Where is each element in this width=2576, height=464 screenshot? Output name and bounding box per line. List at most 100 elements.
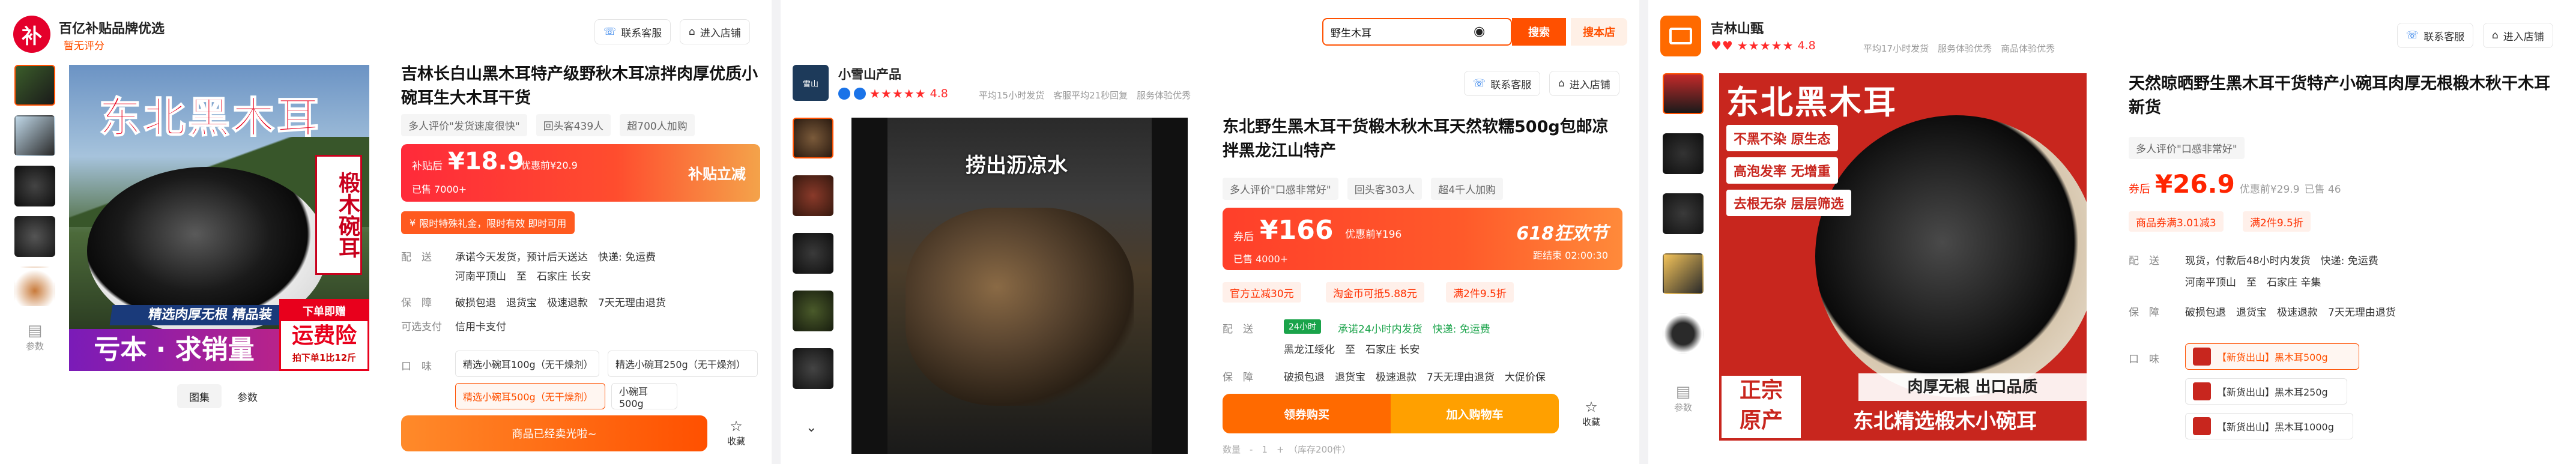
- price-banner: 补贴后 ¥18.9 优惠前¥20.9 已售 7000+ 补贴立减: [401, 144, 760, 202]
- star-outline-icon: ☆: [730, 418, 743, 435]
- thumbnail[interactable]: [793, 233, 833, 274]
- guarantee-value[interactable]: 破损包退 退货宝 极速退款 7天无理由退货: [2185, 304, 2396, 319]
- hero-footer: 东北精选椴木小碗耳: [1803, 402, 2087, 441]
- spec-option[interactable]: 【新货出山】黑木耳1000g: [2185, 413, 2353, 439]
- pay-value[interactable]: 信用卡支付: [455, 318, 506, 333]
- ship-line-2[interactable]: 河南平顶山 至 石家庄 长安: [455, 268, 591, 283]
- search-input[interactable]: [1331, 24, 1463, 40]
- stamp-line-1: 正宗: [1739, 378, 1783, 403]
- ship-label: 配 送: [2129, 255, 2159, 267]
- main-product-image[interactable]: 东北黑木耳 不黑不染 原生态 高泡发率 无增重 去根无杂 层层筛选 肉厚无根 出…: [1719, 73, 2087, 441]
- ship-line-2[interactable]: 黑龙江绥化 至 石家庄 长安: [1284, 341, 1420, 356]
- buy-now-button[interactable]: 领券购买: [1223, 394, 1391, 433]
- quantity-line: 数量 - 1 + （库存200件）: [1223, 444, 1351, 455]
- shop-badges: ★★★★★ 4.8: [838, 86, 948, 101]
- enter-store-button[interactable]: ⌂ 进入店铺: [1549, 71, 1619, 96]
- product-video[interactable]: 捞出沥凉水: [851, 118, 1188, 454]
- param-icon: ▤: [27, 322, 43, 340]
- spec-thumb: [2193, 382, 2211, 400]
- product-title: 东北野生黑木耳干货椴木秋木耳天然软糯500g包邮凉拌黑龙江山特产: [1223, 118, 1609, 160]
- coupon-chip[interactable]: 淘金币可抵5.88元: [1326, 282, 1424, 303]
- heart-icon: ♥♥: [1711, 38, 1734, 53]
- guarantee-value[interactable]: 破损包退 退货宝 极速退款 7天无理由退货: [455, 294, 666, 309]
- enter-store-button[interactable]: ⌂ 进入店铺: [2483, 23, 2553, 48]
- contact-service-button[interactable]: ☏ 联系客服: [594, 19, 671, 44]
- spec-option[interactable]: 精选小碗耳250g（无干燥剂）: [608, 351, 758, 377]
- subsidy-label: 补贴立减: [688, 166, 746, 182]
- store-icon: ⌂: [689, 26, 695, 38]
- product-page-3: 吉林山甄 ♥♥ ★★★★★ 4.8 平均17小时发货 服务体验优秀 商品体验优秀…: [1648, 0, 2576, 464]
- shop-logo[interactable]: [1660, 16, 1701, 56]
- spec-option[interactable]: 小碗耳500g: [611, 383, 677, 409]
- coupon-chip[interactable]: 满2件9.5折: [1446, 282, 1514, 303]
- ship-line-1: 承诺24小时内发货 快递: 免运费: [1338, 324, 1490, 336]
- shop-logo[interactable]: 补: [13, 16, 50, 53]
- shop-name[interactable]: 小雪山产品: [838, 65, 901, 83]
- thumbnail[interactable]: [793, 348, 833, 389]
- thumbnail[interactable]: [1663, 193, 1704, 234]
- thumbnail[interactable]: [1663, 313, 1704, 354]
- param-thumb[interactable]: ▤ 参数: [1663, 378, 1704, 430]
- thumbnail[interactable]: [14, 267, 55, 307]
- param-thumb[interactable]: ▤ 参数: [14, 317, 55, 369]
- enter-store-label: 进入店铺: [2503, 31, 2544, 43]
- gallery-tab-params[interactable]: 参数: [225, 384, 270, 408]
- spec-option[interactable]: 精选小碗耳100g（无干燥剂）: [455, 351, 599, 377]
- coupon-chip[interactable]: 满2件9.5折: [2243, 211, 2311, 232]
- shop-logo[interactable]: 雪山: [793, 65, 829, 101]
- thumbnail[interactable]: [1663, 133, 1704, 174]
- thumbnail[interactable]: [14, 166, 55, 206]
- thumbnail-scroll-down[interactable]: ⌄: [806, 420, 817, 435]
- main-product-image[interactable]: 东北黑木耳 椴木碗耳 精选肉厚无根 精品装 亏本 · 求销量 下单即赠 运费险 …: [69, 65, 369, 371]
- thumbnail[interactable]: [14, 115, 55, 156]
- search-bar[interactable]: ◉: [1322, 18, 1512, 46]
- search-button[interactable]: 搜索: [1512, 18, 1566, 46]
- promo-line-3: 拍下单1比12斤: [292, 352, 357, 363]
- hero-point: 不黑不染 原生态: [1726, 125, 1838, 151]
- review-tag[interactable]: 多人评价"口感非常好": [2129, 137, 2245, 159]
- hero-point: 高泡发率 无增重: [1726, 157, 1838, 184]
- spec-option[interactable]: 精选小碗耳500g（无干燥剂）: [455, 383, 605, 409]
- spec-option[interactable]: 【新货出山】黑木耳250g: [2185, 378, 2347, 405]
- coupon-chip[interactable]: 官方立减30元: [1223, 282, 1301, 303]
- favorite-button[interactable]: ☆ 收藏: [1573, 399, 1609, 428]
- sold-out-button[interactable]: 商品已经卖光啦~: [401, 415, 707, 451]
- shop-name[interactable]: 吉林山甄: [1711, 18, 1764, 37]
- review-tag[interactable]: 多人评价"发货速度很快": [401, 114, 527, 136]
- shop-rating: 4.8: [930, 87, 948, 100]
- add-to-cart-button[interactable]: 加入购物车: [1391, 394, 1559, 433]
- spec-option[interactable]: 【新货出山】黑木耳500g: [2185, 343, 2359, 370]
- price-banner: 券后 ¥166 优惠前¥196 已售 4000+ 618狂欢节 距结束 02:0…: [1223, 208, 1622, 270]
- enter-store-button[interactable]: ⌂ 进入店铺: [680, 19, 750, 44]
- thumbnail[interactable]: [14, 216, 55, 257]
- camera-icon[interactable]: ◉: [1474, 24, 1485, 39]
- ship-label: 配 送: [401, 252, 432, 264]
- favorite-label: 收藏: [727, 436, 745, 447]
- contact-service-button[interactable]: ☏ 联系客服: [1464, 71, 1541, 96]
- festival-label: 618狂欢节: [1516, 223, 1608, 244]
- hero-title: 东北黑木耳: [98, 92, 321, 143]
- thumbnail[interactable]: [793, 118, 833, 158]
- thumbnail[interactable]: [1663, 73, 1704, 114]
- spec-option-label: 【新货出山】黑木耳500g: [2217, 352, 2328, 363]
- thumbnail[interactable]: [793, 175, 833, 216]
- guarantee-value[interactable]: 破损包退 退货宝 极速退款 7天无理由退货 大促价保: [1284, 369, 1546, 384]
- thumbnail[interactable]: [793, 291, 833, 331]
- review-tag[interactable]: 多人评价"口感非常好": [1223, 178, 1338, 200]
- favorite-button[interactable]: ☆ 收藏: [718, 418, 754, 447]
- sold-count: 已售 46: [2304, 184, 2341, 196]
- contact-service-button[interactable]: ☏ 联系客服: [2397, 23, 2474, 48]
- ship-line-2[interactable]: 河南平顶山 至 石家庄 辛集: [2185, 274, 2321, 289]
- coupon-chip[interactable]: 商品券满3.01减3: [2129, 211, 2224, 232]
- hero-slogan: 亏本 · 求销量: [69, 329, 279, 371]
- thumbnail[interactable]: [14, 65, 55, 106]
- gallery-tab-images[interactable]: 图集: [177, 384, 222, 408]
- price-prefix: 券后: [1233, 231, 1254, 243]
- shop-name[interactable]: 百亿补贴品牌优选: [59, 18, 165, 37]
- headset-icon: ☏: [2406, 29, 2419, 41]
- search-store-button[interactable]: 搜本店: [1571, 18, 1627, 46]
- product-title: 天然晾晒野生黑木耳干货特产小碗耳肉厚无根椴木秋干木耳新货: [2129, 74, 2550, 117]
- countdown: 距结束 02:00:30: [1533, 250, 1608, 261]
- store-icon: ⌂: [1558, 77, 1565, 89]
- thumbnail[interactable]: [1663, 253, 1704, 294]
